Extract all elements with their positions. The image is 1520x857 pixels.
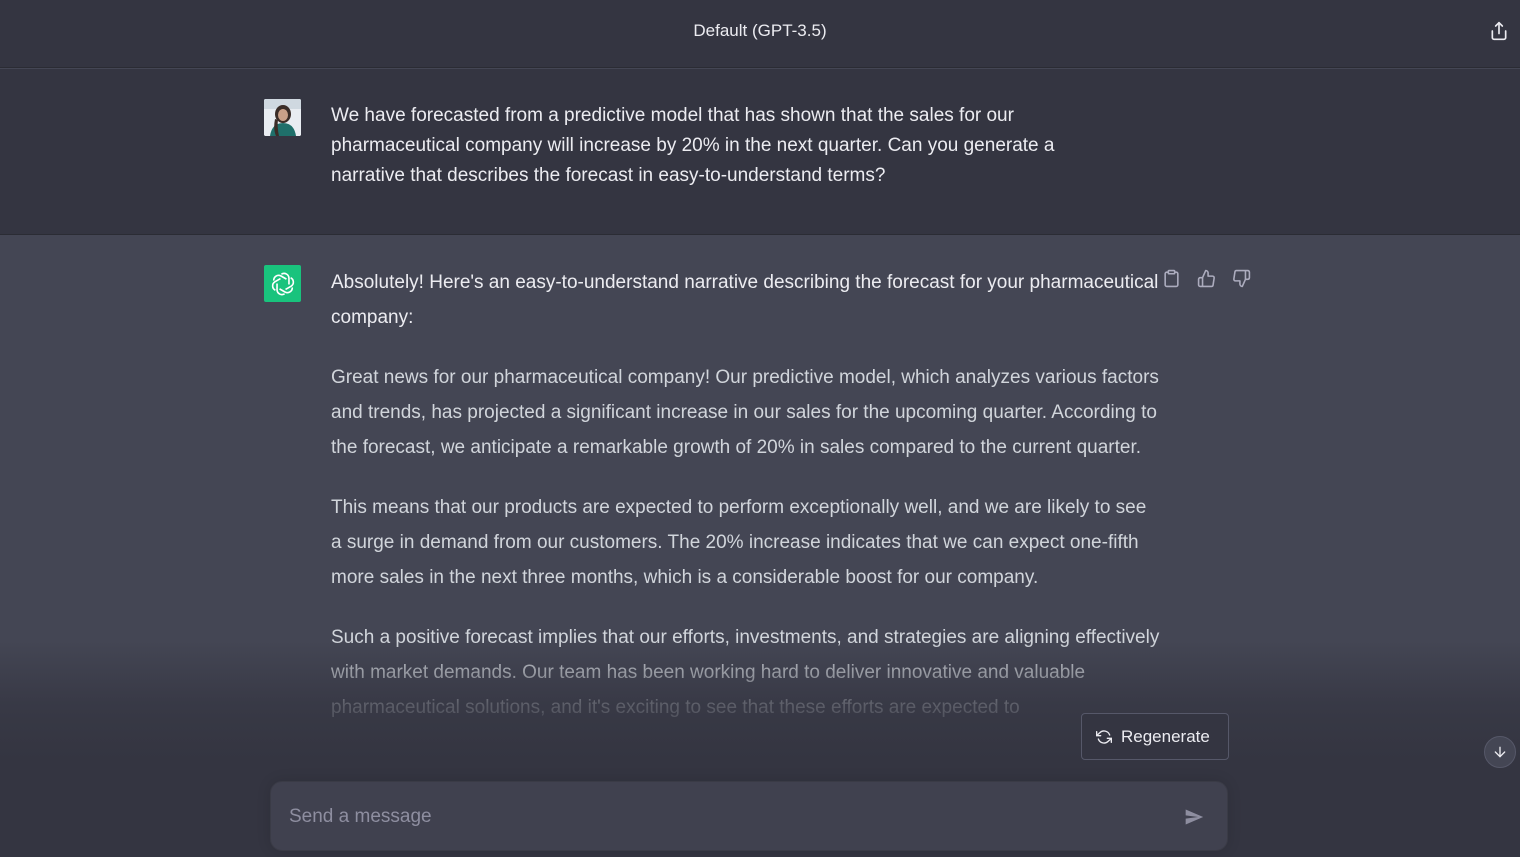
send-button[interactable] <box>1181 804 1207 830</box>
user-message-row: We have forecasted from a predictive mod… <box>0 69 1520 235</box>
chatgpt-logo-icon <box>264 265 301 302</box>
refresh-icon <box>1096 729 1112 744</box>
assistant-message-row: Absolutely! Here's an easy-to-understand… <box>0 235 1520 857</box>
clipboard-icon <box>1163 269 1179 287</box>
regenerate-button[interactable]: Regenerate <box>1081 713 1229 760</box>
message-actions <box>1160 267 1252 289</box>
message-input[interactable] <box>289 802 1149 832</box>
assistant-message-text: Absolutely! Here's an easy-to-understand… <box>331 265 1161 750</box>
assistant-paragraph: Absolutely! Here's an easy-to-understand… <box>331 272 1159 328</box>
assistant-paragraph: Great news for our pharmaceutical compan… <box>331 367 1159 458</box>
assistant-paragraph: This means that our products are expecte… <box>331 497 1147 588</box>
share-button[interactable] <box>1486 18 1512 44</box>
thumbs-up-button[interactable] <box>1195 267 1217 289</box>
copy-button[interactable] <box>1160 267 1182 289</box>
user-avatar <box>264 99 301 136</box>
scroll-to-bottom-button[interactable] <box>1484 736 1516 768</box>
conversation-title: Default (GPT-3.5) <box>693 20 827 40</box>
arrow-down-icon <box>1494 746 1506 758</box>
user-message-text: We have forecasted from a predictive mod… <box>331 105 1055 186</box>
message-composer <box>270 781 1228 851</box>
send-icon <box>1185 809 1204 825</box>
thumbs-up-icon <box>1197 269 1215 287</box>
assistant-paragraph: Such a positive forecast implies that ou… <box>331 627 1160 718</box>
share-icon <box>1491 21 1507 41</box>
regenerate-label: Regenerate <box>1121 726 1210 746</box>
top-bar: Default (GPT-3.5) <box>0 0 1520 68</box>
thumbs-down-icon <box>1232 269 1250 287</box>
thumbs-down-button[interactable] <box>1230 267 1252 289</box>
